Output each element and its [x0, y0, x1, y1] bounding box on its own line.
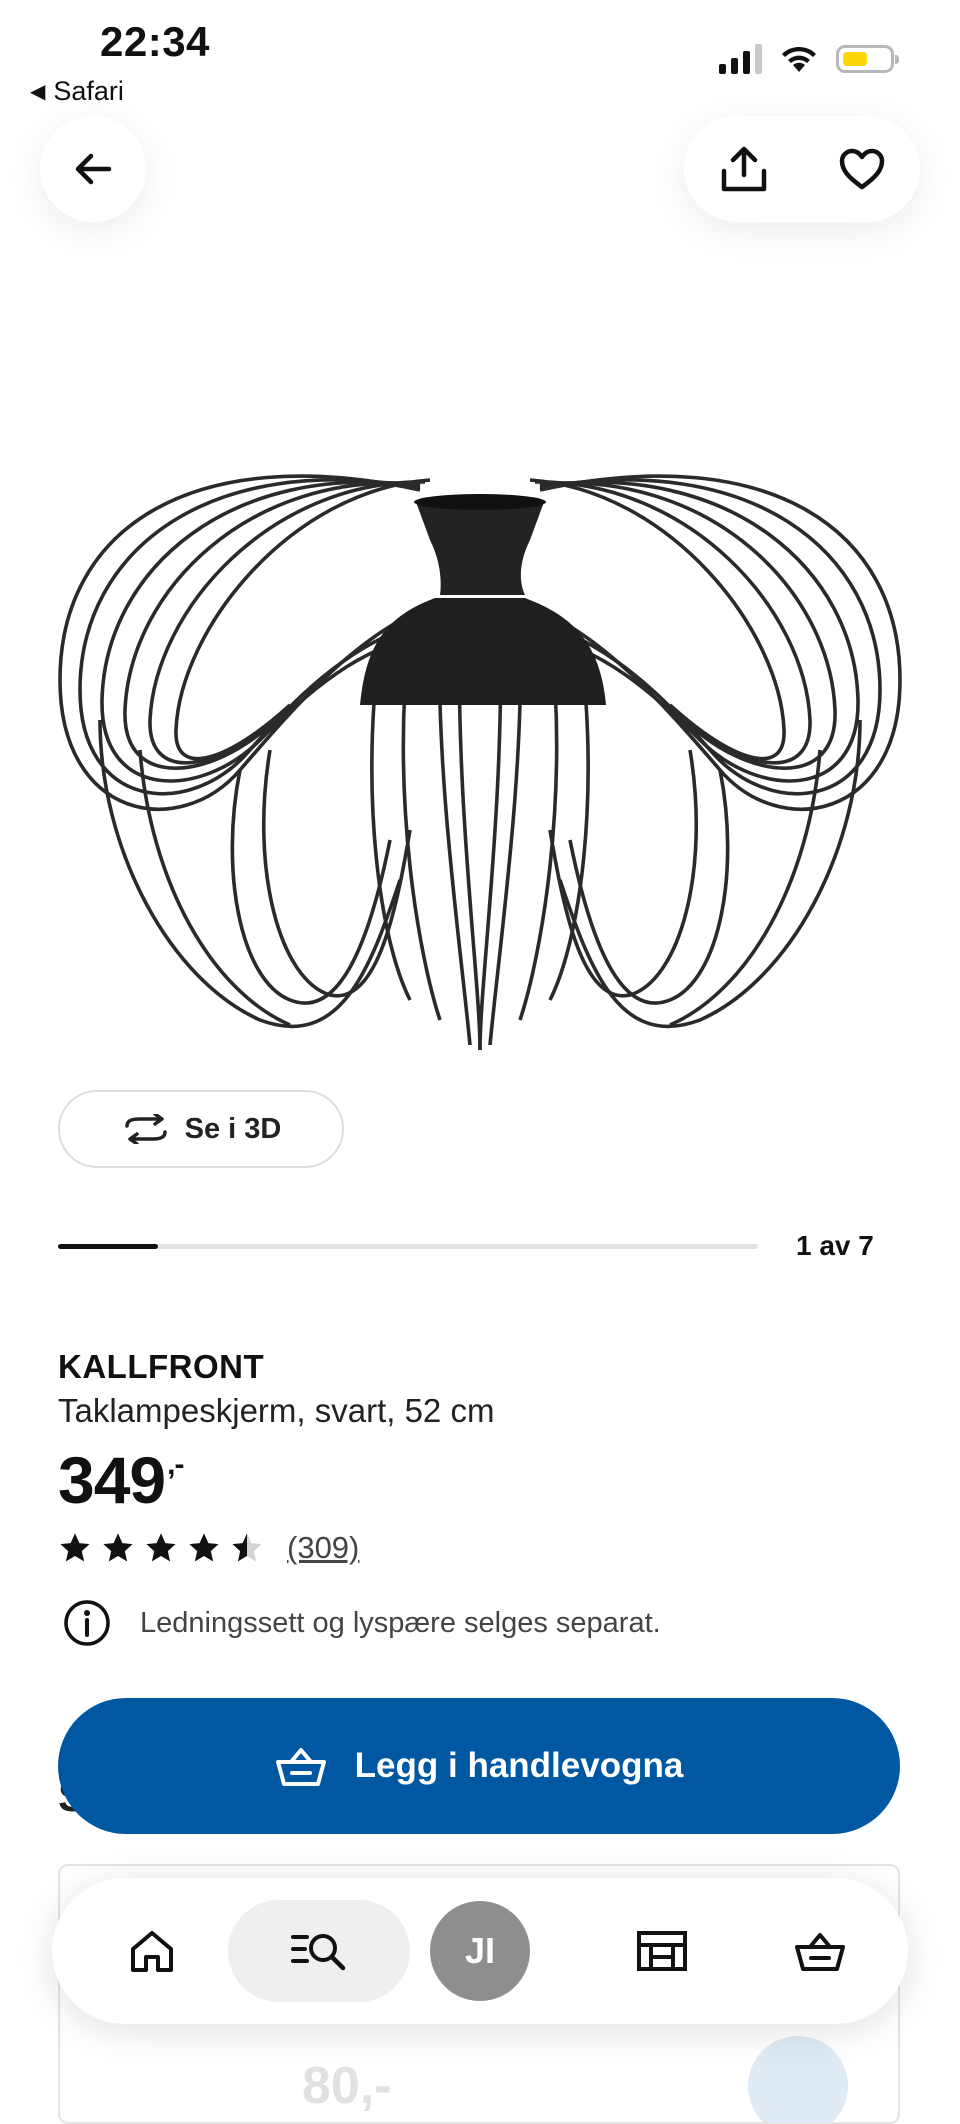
star-icon [146, 1533, 176, 1562]
bottom-navigation: JI [52, 1878, 908, 2024]
info-icon [64, 1600, 110, 1646]
image-page-indicator: 1 av 7 [796, 1230, 874, 1261]
wifi-icon [782, 46, 816, 72]
battery-icon [836, 45, 899, 73]
related-price: 80,- [302, 2057, 392, 2115]
add-to-cart-button[interactable]: Legg i handlevogna [58, 1698, 900, 1834]
rating-stars [58, 1531, 264, 1565]
store-icon [637, 1931, 687, 1971]
status-time: 22:34 [100, 18, 210, 65]
nav-profile-avatar[interactable]: JI [430, 1901, 530, 2001]
price-value: 349 [58, 1443, 166, 1517]
nav-stores[interactable] [612, 1901, 712, 2001]
cart-icon [795, 1933, 845, 1971]
info-note-text: Ledningssett og lyspære selges separat. [140, 1606, 661, 1639]
star-icon [189, 1533, 219, 1562]
arrow-left-icon [75, 153, 112, 185]
product-image[interactable] [40, 420, 920, 1070]
product-description: Taklampeskjerm, svart, 52 cm [58, 1392, 495, 1429]
add-to-cart-label: Legg i handlevogna [354, 1746, 684, 1785]
safari-back-label: Safari [53, 76, 124, 106]
info-note: Ledningssett og lyspære selges separat. [62, 1598, 661, 1648]
star-icon [60, 1533, 90, 1562]
favorite-button[interactable] [838, 147, 886, 191]
home-icon [131, 1931, 173, 1972]
nav-cart[interactable] [770, 1901, 870, 2001]
share-icon [721, 146, 767, 192]
nav-home[interactable] [102, 1901, 202, 2001]
view-3d-button[interactable]: Se i 3D [58, 1090, 344, 1168]
back-button[interactable] [40, 116, 146, 222]
back-triangle-icon: ◀ [30, 81, 46, 103]
nav-search[interactable] [228, 1900, 410, 2002]
rotate-3d-icon [124, 1114, 167, 1144]
view-3d-label: Se i 3D [184, 1112, 282, 1145]
search-list-icon [291, 1934, 346, 1971]
star-icon [103, 1533, 133, 1562]
product-name[interactable]: KALLFRONT [58, 1348, 264, 1386]
heart-icon [839, 148, 885, 190]
basket-icon [275, 1748, 326, 1786]
rating-count[interactable]: (309) [287, 1530, 359, 1566]
rating-row[interactable]: (309) [58, 1530, 359, 1566]
image-progress-bar[interactable] [58, 1244, 758, 1249]
status-indicators [719, 44, 899, 74]
star-icon [232, 1533, 262, 1562]
safari-back-link[interactable]: ◀ Safari [30, 76, 124, 107]
share-button[interactable] [718, 145, 770, 193]
price-suffix: ,- [167, 1448, 184, 1481]
action-pill [684, 116, 920, 222]
image-progress-fill [58, 1244, 159, 1249]
product-price: 349,- [58, 1442, 184, 1518]
signal-icon [719, 44, 762, 74]
related-add-button[interactable] [748, 2036, 848, 2122]
lampshade-illustration [58, 474, 902, 1051]
